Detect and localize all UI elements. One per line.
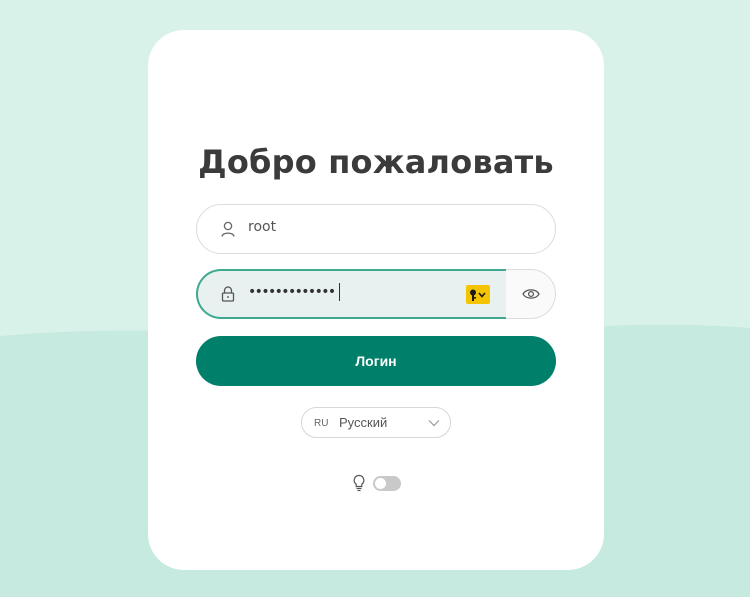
language-code: RU bbox=[314, 418, 329, 429]
language-label: Русский bbox=[339, 415, 388, 430]
toggle-knob bbox=[375, 478, 386, 489]
username-field[interactable]: root bbox=[196, 204, 556, 254]
show-password-button[interactable] bbox=[506, 269, 556, 319]
eye-icon bbox=[521, 289, 540, 299]
password-field[interactable]: ••••••••••••• bbox=[196, 269, 507, 319]
password-manager-button[interactable] bbox=[466, 285, 490, 304]
lightbulb-icon bbox=[353, 474, 365, 492]
page-title: Добро пожаловать bbox=[198, 143, 554, 181]
theme-toggle[interactable] bbox=[373, 476, 401, 491]
text-caret bbox=[338, 283, 340, 301]
login-button[interactable]: Логин bbox=[196, 336, 556, 386]
lock-icon bbox=[221, 286, 235, 302]
chevron-down-icon bbox=[428, 420, 440, 427]
language-select[interactable]: RU Русский bbox=[301, 407, 451, 438]
key-icon bbox=[470, 289, 486, 301]
username-value: root bbox=[248, 219, 277, 235]
login-card: Добро пожаловать root ••••••••••••• Логи… bbox=[148, 30, 604, 570]
password-value: ••••••••••••• bbox=[248, 283, 340, 301]
user-icon bbox=[221, 221, 235, 237]
